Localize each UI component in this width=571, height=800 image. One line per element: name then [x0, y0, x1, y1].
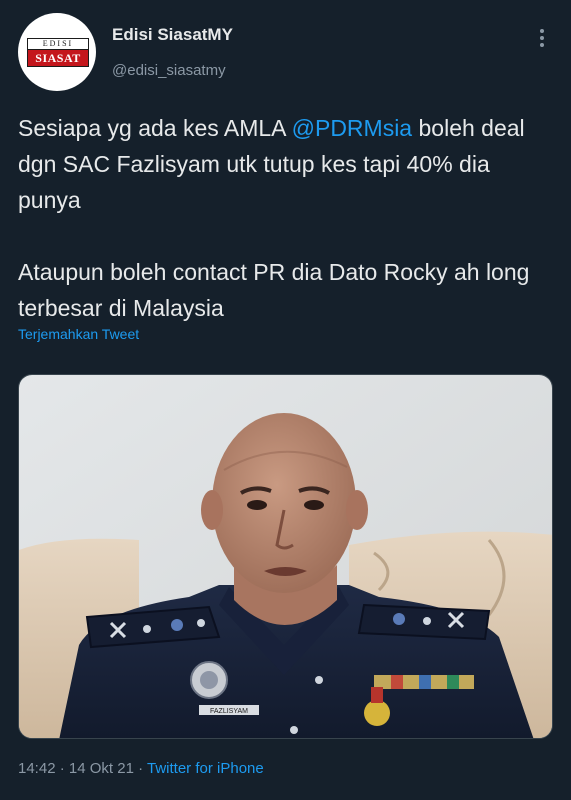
tweet-body: Sesiapa yg ada kes AMLA @PDRMsia boleh d… [18, 110, 558, 362]
nametag-text: FAZLISYAM [210, 708, 248, 715]
logo-top-text: EDISI [28, 39, 88, 50]
tweet-text-segment: Sesiapa yg ada kes AMLA [18, 115, 292, 141]
tweet-paragraph-1: Sesiapa yg ada kes AMLA @PDRMsia boleh d… [18, 110, 558, 218]
meta-separator: · [133, 760, 147, 777]
tweet-date[interactable]: 14 Okt 21 [69, 760, 134, 777]
more-dots-icon [540, 29, 544, 33]
edisi-siasat-logo: EDISI SIASAT [27, 38, 89, 67]
logo-bottom-text: SIASAT [28, 50, 88, 66]
avatar[interactable]: EDISI SIASAT [18, 13, 96, 91]
mention-link[interactable]: @PDRMsia [292, 115, 412, 141]
author-handle[interactable]: @edisi_siasatmy [112, 62, 226, 79]
tweet-photo[interactable]: FAZLISYAM [18, 374, 553, 739]
translate-tweet-link[interactable]: Terjemahkan Tweet [18, 326, 139, 342]
officer-photo: FAZLISYAM [19, 375, 552, 738]
more-dot [540, 36, 544, 40]
author-display-name[interactable]: Edisi SiasatMY [112, 25, 233, 45]
tweet-source-link[interactable]: Twitter for iPhone [147, 760, 264, 777]
meta-separator: · [55, 760, 69, 777]
more-options-button[interactable] [528, 24, 556, 52]
more-dot [540, 43, 544, 47]
tweet-header: EDISI SIASAT Edisi SiasatMY @edisi_siasa… [0, 0, 571, 100]
tweet-paragraph-2: Ataupun boleh contact PR dia Dato Rocky … [18, 259, 530, 321]
tweet-time[interactable]: 14:42 [18, 760, 56, 777]
tweet-meta: 14:42 · 14 Okt 21 · Twitter for iPhone [18, 760, 264, 777]
